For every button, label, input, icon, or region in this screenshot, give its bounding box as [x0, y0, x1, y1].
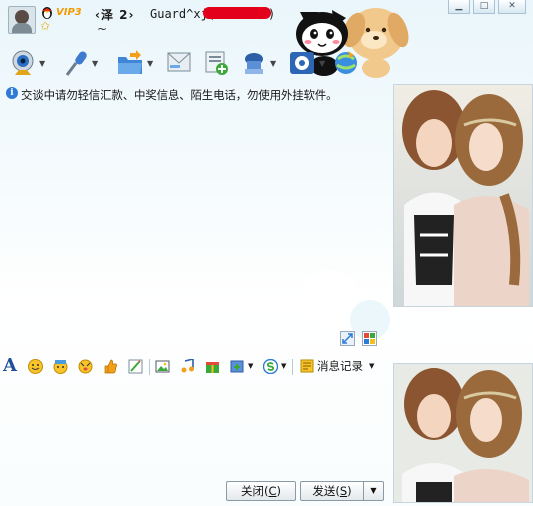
close-button-label: 关闭(: [240, 484, 269, 498]
microphone-icon: [65, 51, 87, 76]
security-notice: 交谈中请勿轻信汇款、中奖信息、陌生电话，勿使用外挂软件。: [21, 88, 338, 102]
font-button[interactable]: A: [3, 355, 17, 376]
dropdown-arrow-icon: ▼: [39, 58, 46, 68]
close-window-button[interactable]: ✕: [498, 0, 526, 14]
dropdown-arrow-icon: ▼: [92, 58, 99, 68]
chevron-down-icon: ▼: [370, 486, 377, 495]
contact-signature: ~: [97, 22, 108, 36]
gift-icon[interactable]: [205, 359, 220, 374]
expand-panel-icon[interactable]: [340, 331, 355, 346]
my-show-photo: [393, 363, 533, 503]
send-button[interactable]: 发送(S): [300, 481, 364, 501]
apps-gear-icon: [290, 52, 314, 74]
contact-avatar[interactable]: [8, 6, 36, 34]
send-button-label-tail: ): [347, 484, 352, 498]
qq-penguin-icon: [42, 7, 52, 19]
close-chat-button[interactable]: 关闭(C): [226, 481, 296, 501]
scribble-icon[interactable]: [128, 359, 143, 374]
toolbar-apps[interactable]: ▼: [288, 48, 325, 78]
dropdown-arrow-icon: ▼: [147, 58, 154, 68]
send-options-dropdown[interactable]: ▼: [363, 481, 384, 501]
toolbar-create-group[interactable]: [203, 48, 229, 78]
dropdown-arrow-icon: ▼: [319, 58, 326, 68]
contact-name: ‹泽 2›: [95, 8, 135, 22]
vip-badge: VIP3: [56, 7, 82, 18]
screenshot-icon[interactable]: [230, 359, 245, 374]
contact-account-close: ): [268, 7, 276, 21]
soso-icon[interactable]: [263, 359, 278, 374]
theme-color-icon[interactable]: [362, 331, 377, 346]
toolbar-send-file[interactable]: ▼: [116, 48, 153, 78]
redaction-mark: [203, 7, 271, 19]
group-add-icon: [205, 51, 228, 75]
toolbar-voice-call[interactable]: ▼: [63, 48, 98, 78]
sms-icon: [167, 52, 191, 72]
dropdown-arrow-icon[interactable]: ▼: [281, 362, 286, 370]
message-log-icon: [300, 359, 314, 373]
toolbar-more[interactable]: [332, 48, 360, 78]
message-log-button[interactable]: 消息记录 ▼: [298, 357, 376, 375]
webcam-icon: [12, 50, 34, 75]
shake-window-icon[interactable]: [78, 359, 93, 374]
thumbs-up-icon[interactable]: [103, 359, 118, 374]
folder-icon: [118, 50, 142, 74]
info-icon: i: [6, 87, 18, 99]
send-button-label: 发送(: [312, 484, 340, 498]
send-image-icon[interactable]: [155, 359, 170, 374]
remote-icon: [245, 53, 263, 74]
dropdown-arrow-icon[interactable]: ▼: [248, 362, 253, 370]
globe-icon: [335, 51, 357, 74]
maximize-button[interactable]: □: [473, 0, 495, 14]
magic-emoticon-icon[interactable]: [53, 359, 68, 374]
toolbar-separator: [292, 359, 293, 375]
toolbar-video-call[interactable]: ▼: [10, 48, 45, 78]
level-star-icon: ✩: [40, 19, 51, 33]
dropdown-arrow-icon: ▼: [270, 58, 277, 68]
message-input[interactable]: [0, 380, 386, 476]
emoticon-icon[interactable]: [28, 359, 43, 374]
close-button-hotkey: C: [268, 484, 277, 498]
dropdown-arrow-icon: ▼: [369, 362, 375, 370]
close-button-label-tail: ): [276, 484, 282, 498]
music-icon[interactable]: [180, 359, 195, 374]
format-toolbar: A ▼ ▼ 消息记录 ▼: [0, 354, 386, 380]
toolbar-remote-assist[interactable]: ▼: [241, 48, 276, 78]
message-log-label: 消息记录: [317, 359, 363, 373]
toolbar-separator: [149, 359, 150, 375]
minimize-button[interactable]: ▁: [448, 0, 470, 14]
contact-show-photo: [393, 84, 533, 307]
toolbar-send-sms[interactable]: [166, 48, 192, 78]
